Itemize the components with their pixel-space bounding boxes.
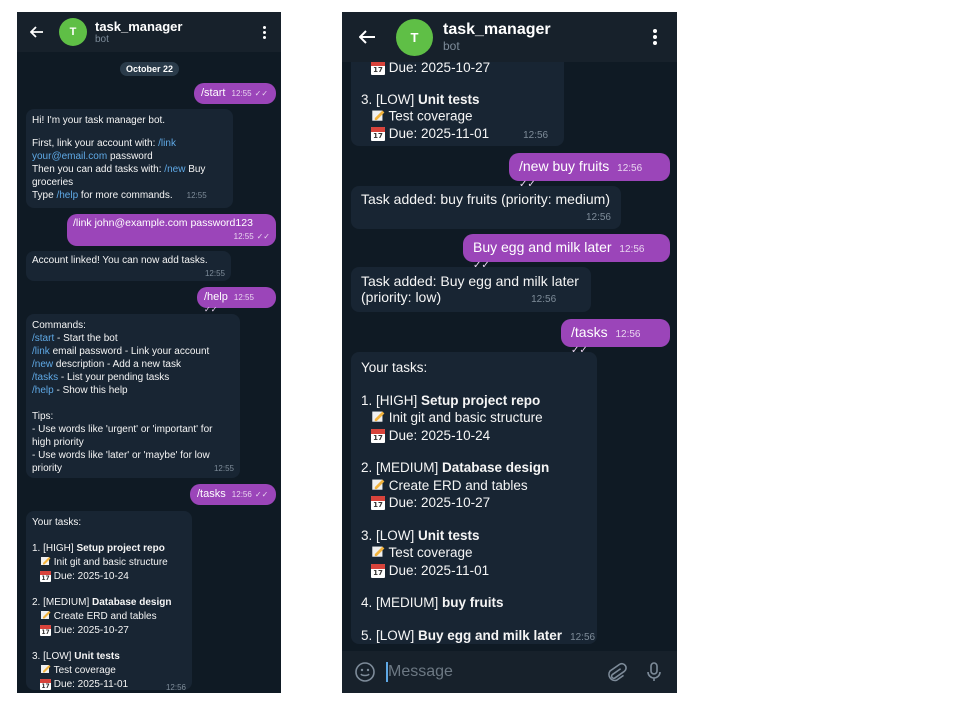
chat-header: T task_manager bot xyxy=(17,12,281,52)
pencil-memo-icon xyxy=(40,609,51,624)
right-screenshot: T task_manager bot 17 Due: 2025-10-27 3.… xyxy=(342,12,677,693)
outgoing-message[interactable]: /tasks 12:56 ✓✓ xyxy=(561,319,670,356)
chat-title[interactable]: task_manager xyxy=(95,19,257,34)
message-composer: Message xyxy=(342,651,677,693)
calendar-icon: 17 xyxy=(40,624,51,636)
more-vert-icon[interactable] xyxy=(257,25,271,39)
chat-title[interactable]: task_manager xyxy=(443,21,647,39)
incoming-message[interactable]: Your tasks: 1. [HIGH] Setup project repo… xyxy=(26,511,192,692)
chat-header: T task_manager bot xyxy=(342,12,677,62)
email-link[interactable]: your@email.com xyxy=(32,151,107,162)
new-command[interactable]: /new xyxy=(164,164,185,175)
calendar-icon: 17 xyxy=(371,127,385,142)
help-command[interactable]: /help xyxy=(32,385,54,396)
pencil-memo-icon xyxy=(40,663,51,678)
calendar-icon: 17 xyxy=(371,563,385,578)
mic-icon[interactable] xyxy=(643,661,665,683)
incoming-message[interactable]: Task added: Buy egg and milk later (prio… xyxy=(351,267,591,312)
incoming-message[interactable]: Commands: /start - Start the bot /link e… xyxy=(26,314,240,478)
double-check-icon: ✓✓ xyxy=(254,490,269,499)
link-command[interactable]: /link xyxy=(158,138,176,149)
incoming-message[interactable]: Task added: buy fruits (priority: medium… xyxy=(351,186,621,229)
message-list[interactable]: 17 Due: 2025-10-27 3. [LOW] Unit tests T… xyxy=(342,62,677,651)
more-vert-icon[interactable] xyxy=(647,29,663,45)
back-arrow-icon[interactable] xyxy=(356,26,378,48)
emoji-icon[interactable] xyxy=(354,661,376,683)
link-command[interactable]: /link xyxy=(32,346,50,357)
pencil-memo-icon xyxy=(371,108,385,126)
chat-subtitle: bot xyxy=(95,34,109,45)
message-list[interactable]: October 22 /start 12:55 ✓✓ Hi! I'm your … xyxy=(17,52,281,693)
tasks-command[interactable]: /tasks xyxy=(32,372,58,383)
chat-subtitle: bot xyxy=(443,39,460,53)
outgoing-message[interactable]: /start 12:55 ✓✓ xyxy=(194,83,276,104)
avatar[interactable]: T xyxy=(59,18,87,46)
new-command[interactable]: /new xyxy=(32,359,53,370)
pencil-memo-icon xyxy=(371,544,385,563)
double-check-icon: ✓✓ xyxy=(204,305,218,314)
incoming-message[interactable]: Hi! I'm your task manager bot. First, li… xyxy=(26,109,233,208)
pencil-memo-icon xyxy=(371,409,385,428)
incoming-message[interactable]: Your tasks: 1. [HIGH] Setup project repo… xyxy=(351,352,597,644)
outgoing-message[interactable]: Buy egg and milk later 12:56 ✓✓ xyxy=(463,234,670,271)
calendar-icon: 17 xyxy=(40,678,51,690)
double-check-icon: ✓✓ xyxy=(256,232,270,241)
pencil-memo-icon xyxy=(40,555,51,570)
date-pill: October 22 xyxy=(120,62,180,76)
outgoing-message[interactable]: /tasks 12:56 ✓✓ xyxy=(190,484,276,505)
message-input[interactable]: Message xyxy=(388,663,605,681)
help-command[interactable]: /help xyxy=(56,190,78,201)
left-screenshot: T task_manager bot October 22 /start 12:… xyxy=(17,12,281,693)
outgoing-message[interactable]: /help 12:55 ✓✓ xyxy=(197,287,276,314)
calendar-icon: 17 xyxy=(371,428,385,443)
avatar[interactable]: T xyxy=(396,18,433,56)
calendar-icon: 17 xyxy=(371,62,385,76)
double-check-icon: ✓✓ xyxy=(254,89,269,98)
incoming-message[interactable]: Account linked! You can now add tasks. 1… xyxy=(26,251,231,281)
attach-icon[interactable] xyxy=(605,661,627,683)
outgoing-message[interactable]: /link john@example.com password123 12:55… xyxy=(67,214,276,246)
pencil-memo-icon xyxy=(371,477,385,496)
incoming-message[interactable]: 17 Due: 2025-10-27 3. [LOW] Unit tests T… xyxy=(351,62,564,146)
back-arrow-icon[interactable] xyxy=(27,22,47,42)
outgoing-message[interactable]: /new buy fruits 12:56 ✓✓ xyxy=(509,153,670,190)
calendar-icon: 17 xyxy=(40,570,51,582)
start-command[interactable]: /start xyxy=(32,333,54,344)
calendar-icon: 17 xyxy=(371,496,385,511)
